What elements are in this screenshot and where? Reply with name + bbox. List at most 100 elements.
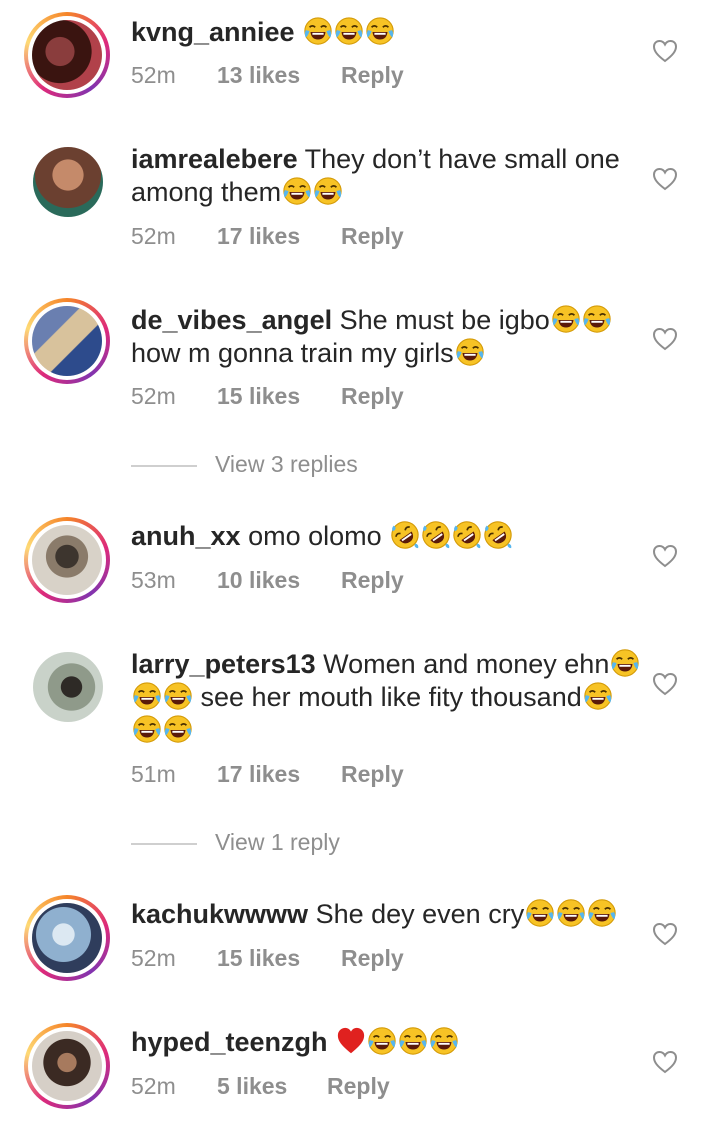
reply-button[interactable]: Reply (341, 223, 404, 250)
view-replies-label: View 3 replies (215, 451, 358, 477)
rolling-on-the-floor-laughing-icon (390, 520, 420, 550)
rolling-on-the-floor-laughing-icon (421, 520, 451, 550)
face-with-tears-of-joy-icon (132, 714, 162, 744)
comment-meta: 52m 13 likes Reply (131, 62, 404, 89)
view-replies-label: View 1 reply (215, 829, 340, 855)
timestamp: 52m (131, 383, 176, 409)
face-with-tears-of-joy-icon (429, 1026, 459, 1056)
heart-outline-icon[interactable] (652, 327, 678, 351)
view-replies-button[interactable]: View 3 replies (131, 451, 358, 478)
username[interactable]: hyped_teenzgh (131, 1027, 328, 1057)
comment-text: hyped_teenzgh (131, 1026, 641, 1059)
avatar-image (32, 306, 102, 376)
timestamp: 52m (131, 62, 176, 88)
comment-meta: 52m 5 likes Reply (131, 1073, 390, 1100)
comment-body: She must be igbo (339, 305, 550, 335)
avatar[interactable] (24, 895, 110, 981)
username[interactable]: iamrealebere (131, 144, 298, 174)
face-with-tears-of-joy-icon (610, 648, 640, 678)
avatar-image (32, 20, 102, 90)
avatar-image (33, 147, 103, 217)
likes-count[interactable]: 15 likes (217, 945, 341, 972)
face-with-tears-of-joy-icon (303, 16, 333, 46)
avatar-image (32, 903, 102, 973)
reply-button[interactable]: Reply (341, 945, 404, 972)
comment-meta: 53m 10 likes Reply (131, 567, 404, 594)
divider-line (131, 842, 197, 845)
avatar-image (32, 525, 102, 595)
view-replies-button[interactable]: View 1 reply (131, 829, 340, 856)
face-with-tears-of-joy-icon (525, 898, 555, 928)
comment-body-continued: how m gonna train my girls (131, 338, 454, 368)
face-with-tears-of-joy-icon (132, 681, 162, 711)
likes-count[interactable]: 13 likes (217, 62, 341, 89)
heart-outline-icon[interactable] (652, 1050, 678, 1074)
heart-outline-icon[interactable] (652, 544, 678, 568)
timestamp: 52m (131, 945, 176, 971)
face-with-tears-of-joy-icon (365, 16, 395, 46)
timestamp: 52m (131, 223, 176, 249)
comment-text: anuh_xx omo olomo (131, 520, 641, 553)
comment-body-continued: see her mouth like fity thousand (200, 682, 582, 712)
likes-count[interactable]: 17 likes (217, 223, 341, 250)
heart-outline-icon[interactable] (652, 672, 678, 696)
face-with-tears-of-joy-icon (587, 898, 617, 928)
face-with-tears-of-joy-icon (163, 714, 193, 744)
avatar[interactable] (24, 298, 110, 384)
timestamp: 53m (131, 567, 176, 593)
face-with-tears-of-joy-icon (583, 681, 613, 711)
username[interactable]: larry_peters13 (131, 649, 316, 679)
comment-body: She dey even cry (315, 899, 525, 929)
face-with-tears-of-joy-icon (313, 176, 343, 206)
comment-text: iamrealebere They don’t have small one a… (131, 143, 641, 209)
username[interactable]: de_vibes_angel (131, 305, 332, 335)
username[interactable]: kachukwwww (131, 899, 308, 929)
timestamp: 52m (131, 1073, 176, 1099)
face-with-tears-of-joy-icon (556, 898, 586, 928)
likes-count[interactable]: 17 likes (217, 761, 341, 788)
face-with-tears-of-joy-icon (398, 1026, 428, 1056)
comment-text: kvng_anniee (131, 16, 641, 49)
likes-count[interactable]: 15 likes (217, 383, 341, 410)
avatar[interactable] (24, 517, 110, 603)
red-heart-icon (336, 1026, 366, 1056)
face-with-tears-of-joy-icon (334, 16, 364, 46)
avatar-image (33, 652, 103, 722)
face-with-tears-of-joy-icon (551, 304, 581, 334)
comment-text: larry_peters13 Women and money ehn see h… (131, 648, 641, 747)
comment-meta: 51m 17 likes Reply (131, 761, 404, 788)
face-with-tears-of-joy-icon (163, 681, 193, 711)
face-with-tears-of-joy-icon (455, 337, 485, 367)
likes-count[interactable]: 5 likes (217, 1073, 327, 1100)
avatar-image (32, 1031, 102, 1101)
divider-line (131, 464, 197, 467)
likes-count[interactable]: 10 likes (217, 567, 341, 594)
username[interactable]: kvng_anniee (131, 17, 295, 47)
avatar[interactable] (33, 147, 103, 217)
comment-text: kachukwwww She dey even cry (131, 898, 641, 931)
heart-outline-icon[interactable] (652, 922, 678, 946)
avatar[interactable] (33, 652, 103, 722)
reply-button[interactable]: Reply (341, 62, 404, 89)
rolling-on-the-floor-laughing-icon (452, 520, 482, 550)
username[interactable]: anuh_xx (131, 521, 241, 551)
reply-button[interactable]: Reply (341, 567, 404, 594)
avatar[interactable] (24, 12, 110, 98)
comment-meta: 52m 17 likes Reply (131, 223, 404, 250)
face-with-tears-of-joy-icon (582, 304, 612, 334)
reply-button[interactable]: Reply (327, 1073, 390, 1100)
face-with-tears-of-joy-icon (282, 176, 312, 206)
reply-button[interactable]: Reply (341, 383, 404, 410)
avatar[interactable] (24, 1023, 110, 1109)
reply-button[interactable]: Reply (341, 761, 404, 788)
comment-body: omo olomo (248, 521, 382, 551)
heart-outline-icon[interactable] (652, 39, 678, 63)
comment-meta: 52m 15 likes Reply (131, 383, 404, 410)
comment-meta: 52m 15 likes Reply (131, 945, 404, 972)
rolling-on-the-floor-laughing-icon (483, 520, 513, 550)
comment-body: Women and money ehn (323, 649, 610, 679)
timestamp: 51m (131, 761, 176, 787)
heart-outline-icon[interactable] (652, 167, 678, 191)
comment-text: de_vibes_angel She must be igbo how m go… (131, 304, 641, 370)
face-with-tears-of-joy-icon (367, 1026, 397, 1056)
